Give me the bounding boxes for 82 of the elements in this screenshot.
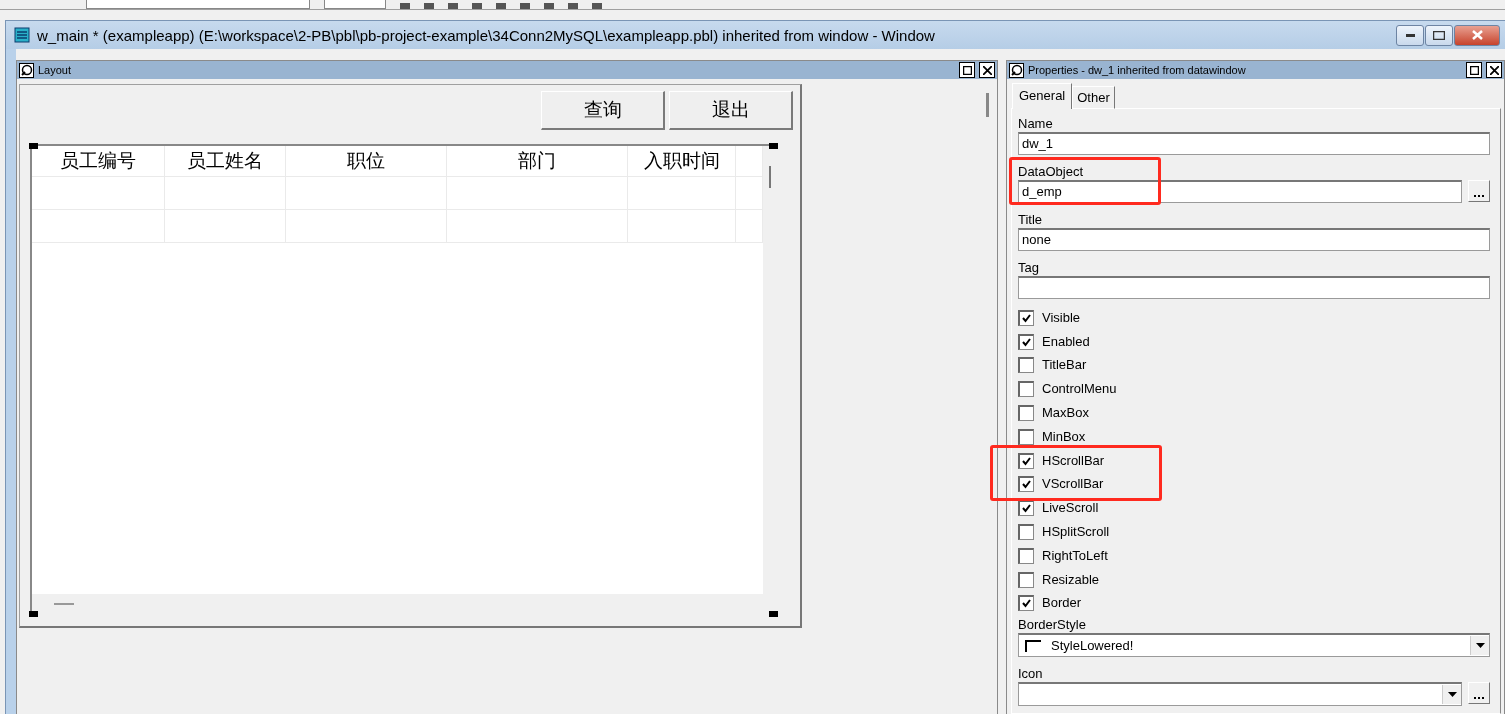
column-header: 入职时间 — [628, 146, 736, 176]
checkbox-label: MaxBox — [1042, 405, 1089, 422]
dropdown[interactable]: StyleLowered! — [1018, 633, 1490, 658]
close-icon — [982, 65, 992, 75]
minimize-button[interactable] — [1396, 24, 1424, 46]
property-label: Name — [1018, 116, 1053, 131]
column-header: 职位 — [286, 146, 447, 176]
checkbox-label: Visible — [1042, 309, 1081, 326]
checkbox-label: Enabled — [1042, 333, 1090, 350]
checkbox[interactable] — [1018, 524, 1034, 541]
pane-icon — [1009, 62, 1024, 78]
checkbox-label: MinBox — [1042, 428, 1086, 445]
checkbox[interactable] — [1018, 333, 1034, 350]
checkbox[interactable] — [1018, 476, 1034, 493]
tab[interactable]: General — [1012, 83, 1073, 109]
property-label: BorderStyle — [1018, 617, 1086, 633]
checkbox[interactable] — [1018, 405, 1034, 422]
check-icon — [1022, 504, 1031, 514]
pane-title: Properties - dw_1 inherited from datawindow — [1028, 64, 1247, 76]
command-button[interactable]: 查询 — [541, 91, 665, 130]
checkbox-label: HScrollBar — [1042, 452, 1105, 469]
border-style-icon — [1025, 639, 1041, 652]
maximize-icon — [1469, 65, 1479, 75]
close-button[interactable] — [979, 62, 995, 78]
checkbox-label: LiveScroll — [1042, 500, 1099, 517]
checkbox[interactable] — [1018, 309, 1034, 326]
property-label: Title — [1018, 212, 1043, 227]
property-label: DataObject — [1018, 164, 1084, 179]
checkbox-label: ControlMenu — [1042, 381, 1117, 398]
command-button[interactable]: 退出 — [669, 91, 793, 130]
resize-handle[interactable] — [29, 611, 38, 617]
text-field[interactable]: d_emp — [1018, 180, 1462, 203]
checkbox[interactable] — [1018, 571, 1034, 588]
text-field[interactable]: none — [1018, 228, 1490, 251]
browse-button[interactable] — [1468, 682, 1490, 705]
pane-title: Layout — [38, 64, 73, 76]
scrollbar-thumb[interactable] — [769, 166, 771, 188]
minimize-icon — [1405, 33, 1415, 37]
checkbox-label: HSplitScroll — [1042, 524, 1110, 541]
maximize-button[interactable] — [1466, 62, 1482, 78]
check-icon — [1022, 337, 1031, 347]
checkbox[interactable] — [1018, 428, 1034, 445]
checkbox[interactable] — [1018, 595, 1034, 612]
close-icon — [1489, 65, 1499, 75]
scrollbar-thumb[interactable] — [986, 93, 989, 117]
property-label: Tag — [1018, 260, 1039, 275]
check-icon — [1022, 599, 1031, 609]
window-icon — [14, 27, 30, 43]
column-header: 员工姓名 — [165, 146, 286, 176]
checkbox-label: TitleBar — [1042, 357, 1087, 374]
close-button[interactable] — [1486, 62, 1502, 78]
text-field[interactable]: dw_1 — [1018, 132, 1490, 155]
checkbox-label: Resizable — [1042, 571, 1100, 588]
check-icon — [1022, 456, 1031, 466]
caret-icon — [1475, 643, 1485, 649]
ellipsis-icon — [1474, 695, 1484, 700]
checkbox[interactable] — [1018, 381, 1034, 398]
checkbox-label: Border — [1042, 595, 1082, 612]
checkbox[interactable] — [1018, 547, 1034, 564]
resize-handle[interactable] — [29, 143, 38, 149]
checkbox[interactable] — [1018, 452, 1034, 469]
tab[interactable]: Other — [1072, 86, 1115, 109]
pane-icon — [19, 62, 34, 78]
resize-handle[interactable] — [769, 143, 778, 149]
ellipsis-icon — [1474, 193, 1484, 197]
browse-button[interactable] — [1468, 180, 1490, 202]
restore-icon — [1433, 30, 1445, 40]
checkbox[interactable] — [1018, 357, 1034, 374]
maximize-button[interactable] — [959, 62, 975, 78]
checkbox-label: RightToLeft — [1042, 547, 1108, 564]
maximize-button[interactable] — [1425, 24, 1453, 46]
check-icon — [1022, 480, 1031, 490]
resize-handle[interactable] — [769, 611, 778, 617]
caret-icon — [1447, 692, 1457, 698]
column-header: 部门 — [447, 146, 628, 176]
scrollbar-thumb[interactable] — [54, 603, 74, 605]
window-title: w_main * (exampleapp) (E:\workspace\2-PB\pbl\pb-project-example\34Conn2MySQL\exampleapp.pbl) inherited from window - Window — [37, 26, 936, 44]
checkbox-label: VScrollBar — [1042, 476, 1104, 493]
maximize-icon — [962, 65, 972, 75]
check-icon — [1022, 313, 1031, 323]
property-label: Icon — [1018, 666, 1043, 682]
close-icon — [1471, 30, 1483, 40]
